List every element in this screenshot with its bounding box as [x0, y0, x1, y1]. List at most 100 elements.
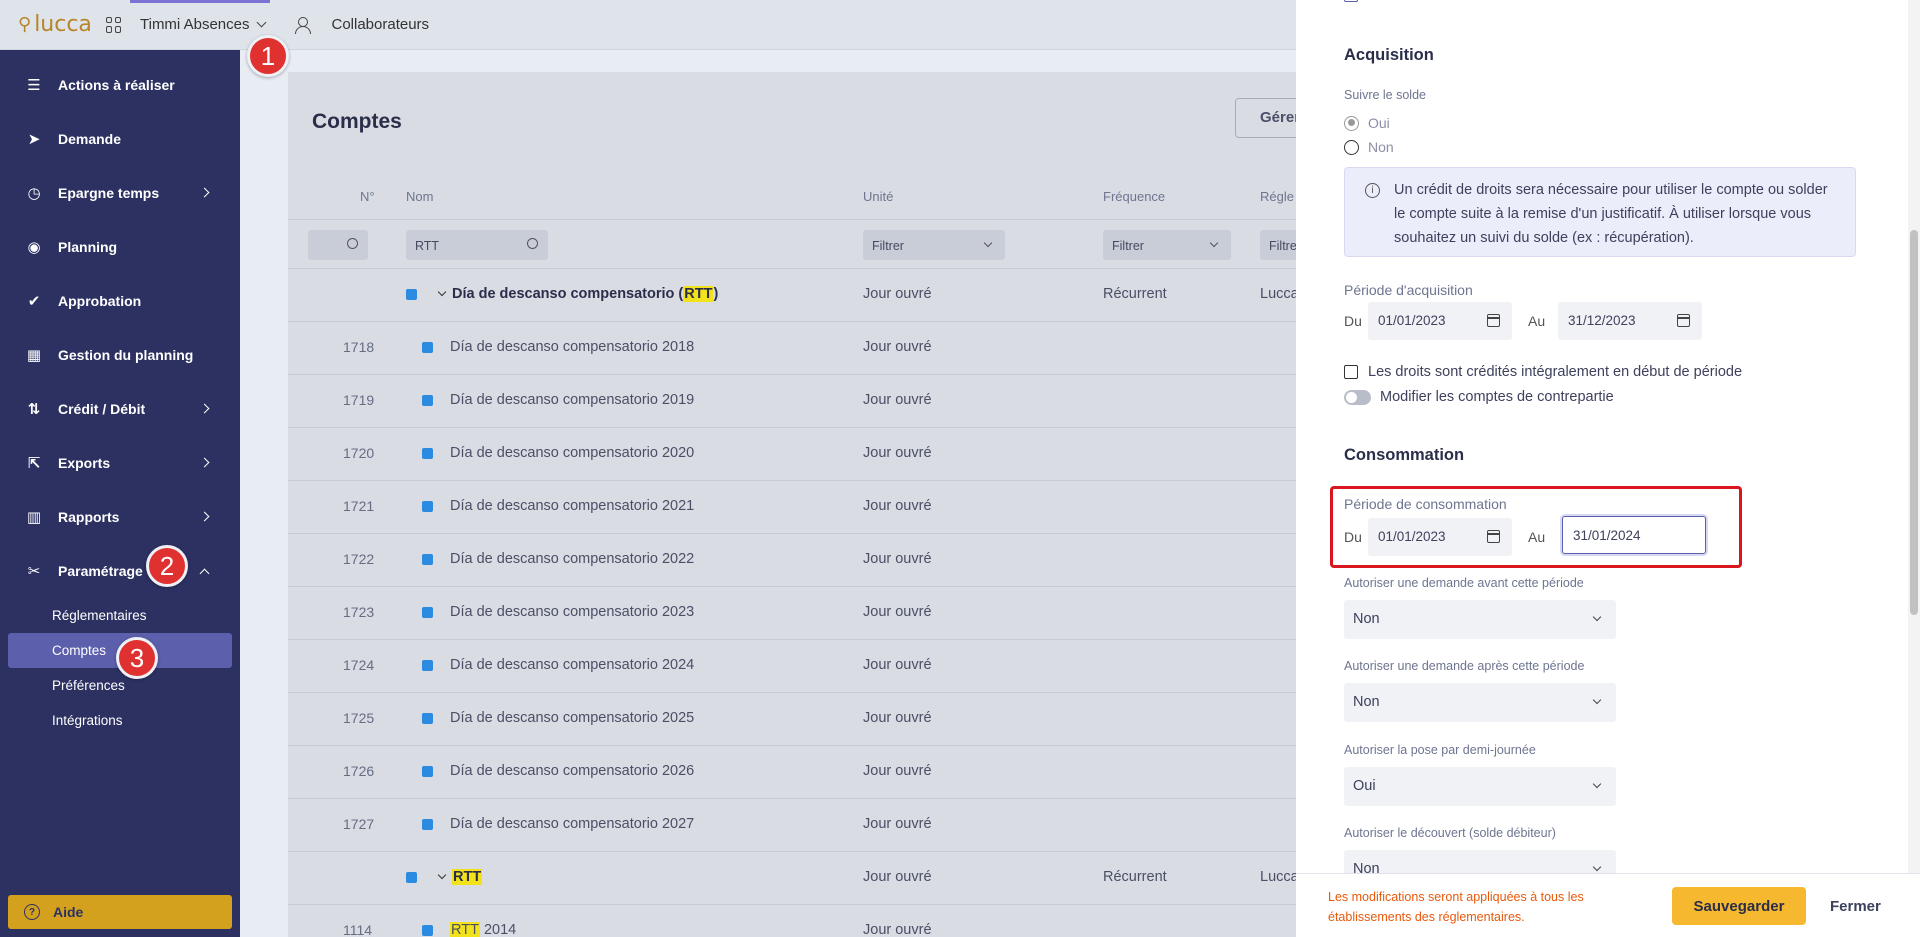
row-number: 1726	[343, 763, 375, 779]
before-period-select[interactable]: Non	[1344, 600, 1616, 639]
halfday-select[interactable]: Oui	[1344, 767, 1616, 806]
row-number: 1727	[343, 816, 375, 832]
unit-cell: Jour ouvré	[863, 816, 932, 832]
sidebar-item-rapports[interactable]: ▥ Rapports	[0, 490, 240, 544]
column-header-name: Nom	[406, 189, 434, 204]
account-color-icon	[422, 448, 433, 459]
checklist-icon: ☰	[27, 76, 41, 94]
table-group-row[interactable]: Día de descanso compensatorio (RTT) Jour…	[288, 269, 1296, 322]
table-row[interactable]: 1723 Día de descanso compensatorio 2023 Jo…	[288, 587, 1296, 640]
acquisition-to-date[interactable]: 31/12/2023	[1558, 302, 1702, 340]
row-name: Día de descanso compensatorio 2022	[450, 551, 695, 567]
table-row[interactable]: 1721 Día de descanso compensatorio 2021 Jo…	[288, 481, 1296, 534]
sidebar-subitem-preferences[interactable]: Préférences	[0, 668, 240, 703]
date-value: 01/01/2023	[1378, 529, 1446, 544]
radio-no[interactable]: Non	[1344, 139, 1394, 155]
filter-row: RTT Filtrer Filtrer Filtre	[288, 219, 1296, 269]
sidebar-item-gestion-planning[interactable]: ▦ Gestion du planning	[0, 328, 240, 382]
search-icon	[527, 238, 538, 249]
acquisition-title: Acquisition	[1344, 46, 1434, 64]
lucca-logo[interactable]: ⚲ lucca	[0, 12, 96, 37]
regl-filter-select[interactable]: Filtre	[1260, 230, 1296, 260]
date-value: 31/01/2024	[1573, 528, 1641, 543]
table-group-row[interactable]: RTT Jour ouvré Récurrent Lucca	[288, 852, 1296, 905]
sidebar-item-label: Exports	[58, 455, 111, 471]
table-row[interactable]: 1726 Día de descanso compensatorio 2026 Jo…	[288, 746, 1296, 799]
table-row[interactable]: 1719 Día de descanso compensatorio 2019 Jo…	[288, 375, 1296, 428]
account-color-icon	[422, 554, 433, 565]
checkbox-partial[interactable]	[1344, 0, 1358, 2]
sidebar-subitem-integrations[interactable]: Intégrations	[0, 703, 240, 738]
panel-scrollbar[interactable]	[1908, 0, 1920, 873]
search-highlight: RTT	[683, 286, 714, 302]
help-button[interactable]: ? Aide	[8, 895, 232, 929]
after-period-select[interactable]: Non	[1344, 683, 1616, 722]
sidebar-item-parametrage[interactable]: ✂ Paramétrage	[0, 544, 240, 598]
table-row[interactable]: 1718 Día de descanso compensatorio 2018 Jo…	[288, 322, 1296, 375]
sidebar-item-planning[interactable]: ◉ Planning	[0, 220, 240, 274]
table-row[interactable]: 1720 Día de descanso compensatorio 2020 Jo…	[288, 428, 1296, 481]
sidebar-subitem-reglementaires[interactable]: Réglementaires	[0, 598, 240, 633]
sidebar-item-label: Actions à réaliser	[58, 77, 175, 93]
frequency-filter-select[interactable]: Filtrer	[1103, 230, 1231, 260]
eye-icon: ◉	[27, 238, 41, 256]
chevron-down-icon[interactable]	[437, 287, 447, 297]
table-header: N° Nom Unité Fréquence Régle	[288, 176, 1296, 221]
chevron-right-icon	[199, 457, 210, 468]
collaborators-link[interactable]: Collaborateurs	[295, 16, 429, 34]
table-row[interactable]: 1727 Día de descanso compensatorio 2027 Jo…	[288, 799, 1296, 852]
name-filter-value: RTT	[415, 239, 440, 253]
sidebar-item-exports[interactable]: ⇱ Exports	[0, 436, 240, 490]
overdraft-label: Autoriser le découvert (solde débiteur)	[1344, 826, 1556, 840]
table-row[interactable]: 1724 Día de descanso compensatorio 2024 Jo…	[288, 640, 1296, 693]
counter-accounts-toggle[interactable]: Modifier les comptes de contrepartie	[1344, 389, 1614, 405]
sidebar-item-credit-debit[interactable]: ⇅ Crédit / Débit	[0, 382, 240, 436]
from-label: Du	[1344, 313, 1362, 329]
to-label: Au	[1528, 529, 1546, 545]
close-button[interactable]: Fermer	[1830, 898, 1881, 915]
consumption-from-date[interactable]: 01/01/2023	[1368, 518, 1512, 556]
follow-balance-label: Suivre le solde	[1344, 88, 1426, 102]
number-filter-input[interactable]	[308, 230, 368, 260]
account-color-icon	[422, 501, 433, 512]
select-value: Non	[1353, 611, 1380, 627]
table-row[interactable]: 1114 RTT 2014 Jour ouvré	[288, 905, 1296, 937]
app-name: Timmi Absences	[140, 16, 250, 33]
account-color-icon	[422, 925, 433, 936]
select-value: Non	[1353, 694, 1380, 710]
scrollbar-thumb[interactable]	[1910, 230, 1918, 615]
radio-yes[interactable]: Oui	[1344, 115, 1390, 131]
unit-cell: Jour ouvré	[863, 869, 932, 885]
row-name: Día de descanso compensatorio 2027	[450, 816, 695, 832]
chevron-down-icon[interactable]	[437, 870, 447, 880]
account-color-icon	[422, 342, 433, 353]
external-link-icon: ⇱	[27, 454, 41, 472]
apps-grid-icon	[106, 16, 122, 33]
page-title: Comptes	[312, 110, 402, 133]
name-filter-input[interactable]: RTT	[406, 230, 548, 260]
sidebar-item-epargne[interactable]: ◷ Epargne temps	[0, 166, 240, 220]
sidebar-item-demande[interactable]: ➤ Demande	[0, 112, 240, 166]
sidebar-item-approbation[interactable]: ✔ Approbation	[0, 274, 240, 328]
unit-cell: Jour ouvré	[863, 763, 932, 779]
search-icon	[347, 238, 358, 249]
unit-filter-select[interactable]: Filtrer	[863, 230, 1005, 260]
acquisition-from-date[interactable]: 01/01/2023	[1368, 302, 1512, 340]
paper-plane-icon: ➤	[27, 130, 41, 148]
credit-full-checkbox[interactable]: Les droits sont crédités intégralement e…	[1344, 364, 1742, 380]
row-name: Día de descanso compensatorio 2026	[450, 763, 695, 779]
step-badge-3: 3	[116, 637, 158, 679]
radio-unchecked-icon	[1344, 139, 1359, 155]
manage-button[interactable]: Gérer	[1235, 98, 1296, 138]
save-button[interactable]: Sauvegarder	[1672, 887, 1806, 925]
sidebar-item-actions[interactable]: ☰ Actions à réaliser	[0, 58, 240, 112]
account-color-icon	[406, 872, 417, 883]
app-switcher[interactable]: Timmi Absences	[106, 0, 270, 50]
table-row[interactable]: 1722 Día de descanso compensatorio 2022 Jo…	[288, 534, 1296, 587]
column-header-frequency: Fréquence	[1103, 189, 1166, 204]
regl-cell: Lucca	[1260, 286, 1296, 302]
unit-cell: Jour ouvré	[863, 392, 932, 408]
info-callout: i Un crédit de droits sera nécessaire pou…	[1344, 167, 1856, 257]
consumption-to-date[interactable]: 31/01/2024	[1562, 516, 1706, 554]
table-row[interactable]: 1725 Día de descanso compensatorio 2025 Jo…	[288, 693, 1296, 746]
